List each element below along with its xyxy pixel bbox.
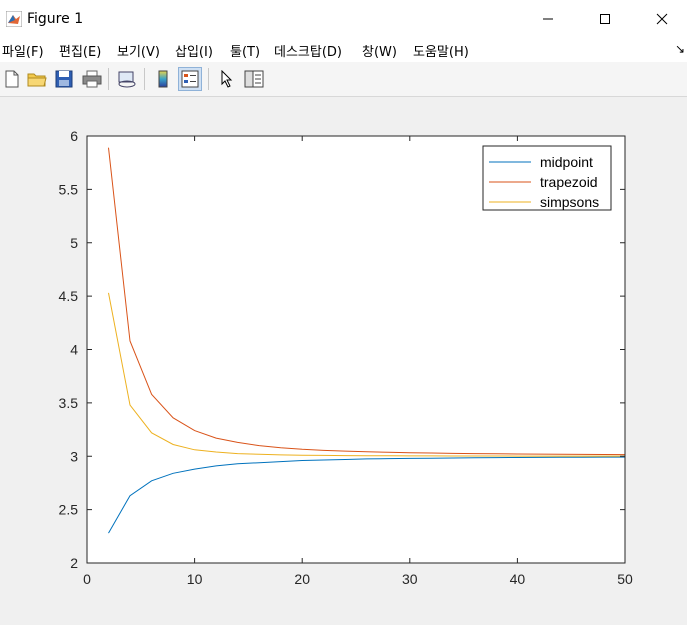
menu-help[interactable]: 도움말(H) — [413, 41, 469, 60]
x-tick-label: 10 — [187, 571, 203, 587]
menu-insert[interactable]: 삽입(I) — [175, 41, 213, 60]
window-title: Figure 1 — [27, 11, 84, 27]
new-figure-button[interactable] — [0, 67, 24, 91]
print-button[interactable] — [80, 67, 104, 91]
legend-label-midpoint: midpoint — [540, 154, 593, 170]
folder-icon — [27, 73, 47, 87]
toolbar — [0, 62, 687, 97]
open-file-button[interactable] — [25, 67, 49, 91]
figure-canvas: 0 10 20 30 40 50 2 2.5 3 3.5 4 4.5 5 5.5 6 midpoint tra… — [0, 97, 687, 621]
toolbar-separator — [108, 68, 109, 90]
title-bar: Figure 1 — [0, 0, 687, 38]
legend-label-simpsons: simpsons — [540, 194, 599, 210]
y-tick-label: 4.5 — [59, 288, 79, 304]
matlab-icon — [6, 11, 22, 27]
line-chart[interactable]: 0 10 20 30 40 50 2 2.5 3 3.5 4 4.5 5 5.5 6 midpoint tra… — [0, 97, 687, 621]
colorbar-icon — [158, 70, 168, 88]
legend-icon — [181, 70, 199, 88]
property-inspector-icon — [244, 70, 264, 88]
y-tick-label: 5.5 — [59, 181, 79, 197]
x-tick-label: 50 — [617, 571, 633, 587]
edit-plot-button[interactable] — [215, 67, 239, 91]
toolbar-separator — [144, 68, 145, 90]
menu-file[interactable]: 파일(F) — [2, 41, 44, 60]
menu-view[interactable]: 보기(V) — [117, 41, 160, 60]
menu-window[interactable]: 창(W) — [362, 41, 397, 60]
legend[interactable]: midpoint trapezoid simpsons — [482, 145, 612, 211]
maximize-icon — [600, 14, 610, 24]
new-file-icon — [5, 70, 19, 88]
save-button[interactable] — [52, 67, 76, 91]
menu-desktop[interactable]: 데스크탑(D) — [274, 41, 342, 60]
close-button[interactable] — [640, 6, 684, 32]
toolbar-separator — [208, 68, 209, 90]
y-tick-label: 3.5 — [59, 395, 79, 411]
y-tick-label: 6 — [70, 128, 78, 144]
link-plot-button[interactable] — [115, 67, 139, 91]
maximize-button[interactable] — [583, 6, 627, 32]
y-tick-label: 2 — [70, 555, 78, 571]
menu-edit[interactable]: 편집(E) — [59, 41, 101, 60]
minimize-button[interactable] — [526, 6, 570, 32]
hide-plot-tools-button[interactable] — [151, 67, 175, 91]
arrow-pointer-icon — [221, 70, 233, 88]
minimize-icon — [543, 18, 553, 20]
y-tick-label: 2.5 — [59, 502, 79, 518]
x-tick-label: 40 — [510, 571, 526, 587]
y-tick-label: 5 — [70, 235, 78, 251]
show-plot-tools-button[interactable] — [178, 67, 202, 91]
save-icon — [55, 70, 73, 88]
menu-bar: 파일(F) 편집(E) 보기(V) 삽입(I) 툴(T) 데스크탑(D) 창(W… — [0, 38, 687, 62]
menu-tools[interactable]: 툴(T) — [230, 41, 260, 60]
x-tick-label: 20 — [294, 571, 310, 587]
dock-arrow-icon[interactable]: ↘ — [675, 42, 685, 56]
legend-label-trapezoid: trapezoid — [540, 174, 598, 190]
y-tick-label: 4 — [70, 342, 78, 358]
y-tick-label: 3 — [70, 448, 78, 464]
printer-icon — [82, 70, 102, 88]
x-tick-label: 0 — [83, 571, 91, 587]
open-property-inspector-button[interactable] — [242, 67, 266, 91]
close-icon — [656, 13, 668, 25]
link-plot-icon — [118, 71, 136, 88]
x-tick-label: 30 — [402, 571, 418, 587]
